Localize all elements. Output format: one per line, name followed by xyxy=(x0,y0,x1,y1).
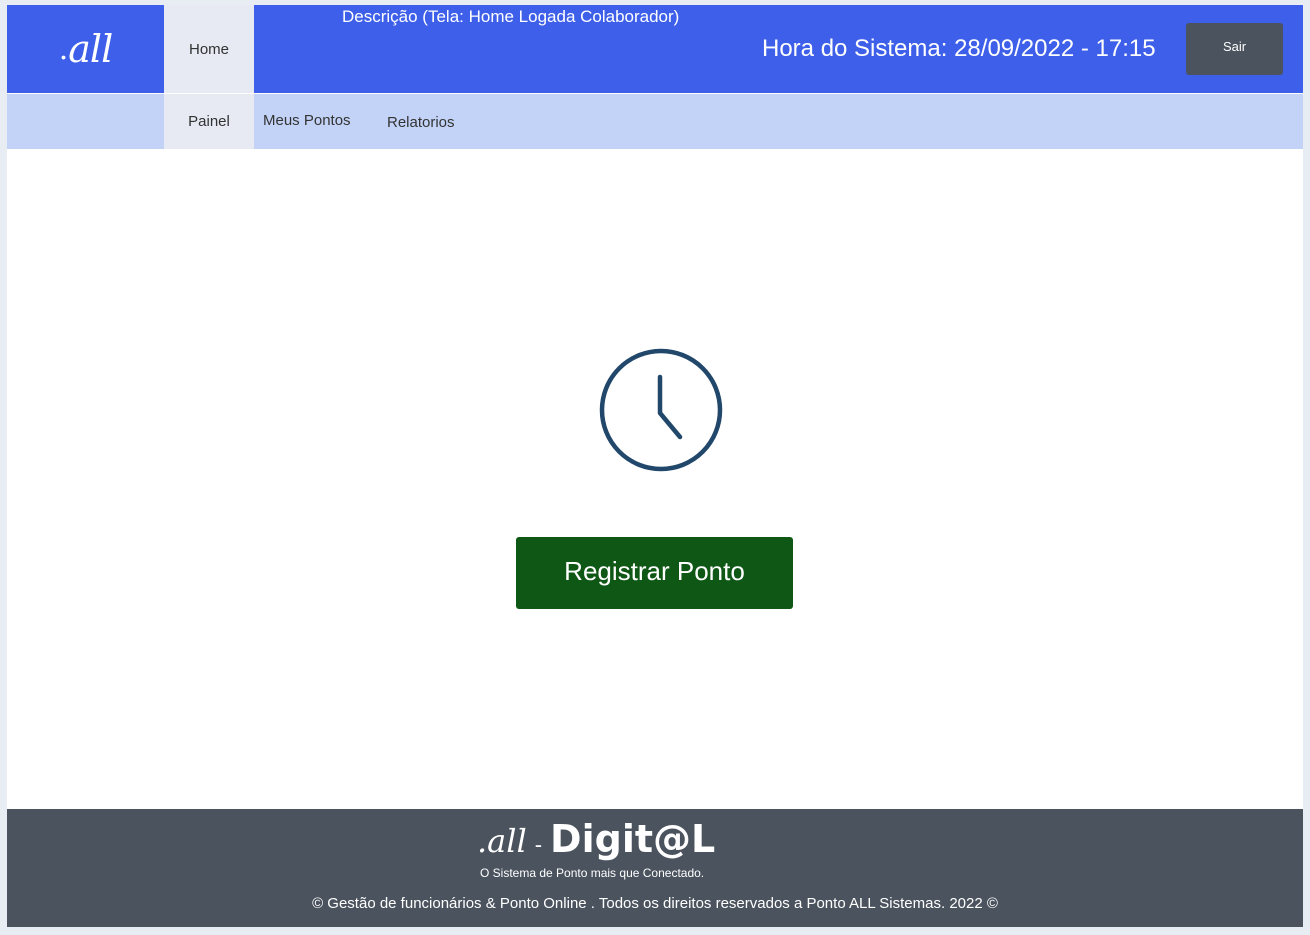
footer: .all - Digit@L O Sistema de Ponto mais q… xyxy=(7,809,1303,927)
footer-copyright: © Gestão de funcionários & Ponto Online … xyxy=(312,895,998,912)
logout-button[interactable]: Sair xyxy=(1186,23,1283,75)
subnav-item-relatorios[interactable]: Relatorios xyxy=(387,95,455,150)
app-frame: . all Home Descrição (Tela: Home Logada C… xyxy=(7,5,1303,927)
sub-navigation: Painel Meus Pontos Relatorios xyxy=(7,94,1303,149)
footer-tagline: O Sistema de Ponto mais que Conectado. xyxy=(480,866,705,880)
logout-button-label: Sair xyxy=(1222,38,1247,54)
logo-text: all xyxy=(68,27,113,71)
footer-brand-digital: Digit@L xyxy=(550,817,716,861)
clock-icon xyxy=(599,348,723,472)
subnav-item-label: Relatorios xyxy=(387,114,455,131)
subnav-item-painel[interactable]: Painel xyxy=(164,94,254,149)
logo-dot: . xyxy=(58,31,68,67)
footer-brand: .all - Digit@L xyxy=(477,817,715,861)
app-logo[interactable]: . all xyxy=(7,5,164,93)
subnav-item-label: Meus Pontos xyxy=(263,112,351,129)
subnav-item-label: Painel xyxy=(188,113,230,130)
register-punch-button[interactable]: Registrar Ponto xyxy=(516,537,793,609)
system-time: Hora do Sistema: 28/09/2022 - 17:15 xyxy=(762,35,1156,62)
top-header: . all Home Descrição (Tela: Home Logada C… xyxy=(7,5,1303,93)
register-punch-label: Registrar Ponto xyxy=(564,555,745,586)
nav-tab-home[interactable]: Home xyxy=(164,5,254,93)
footer-brand-separator: - xyxy=(534,832,543,857)
screen-description: Descrição (Tela: Home Logada Colaborador… xyxy=(342,7,680,26)
nav-tab-home-label: Home xyxy=(188,40,229,58)
subnav-item-meus-pontos[interactable]: Meus Pontos xyxy=(263,93,351,148)
footer-brand-all: .all xyxy=(477,822,527,860)
